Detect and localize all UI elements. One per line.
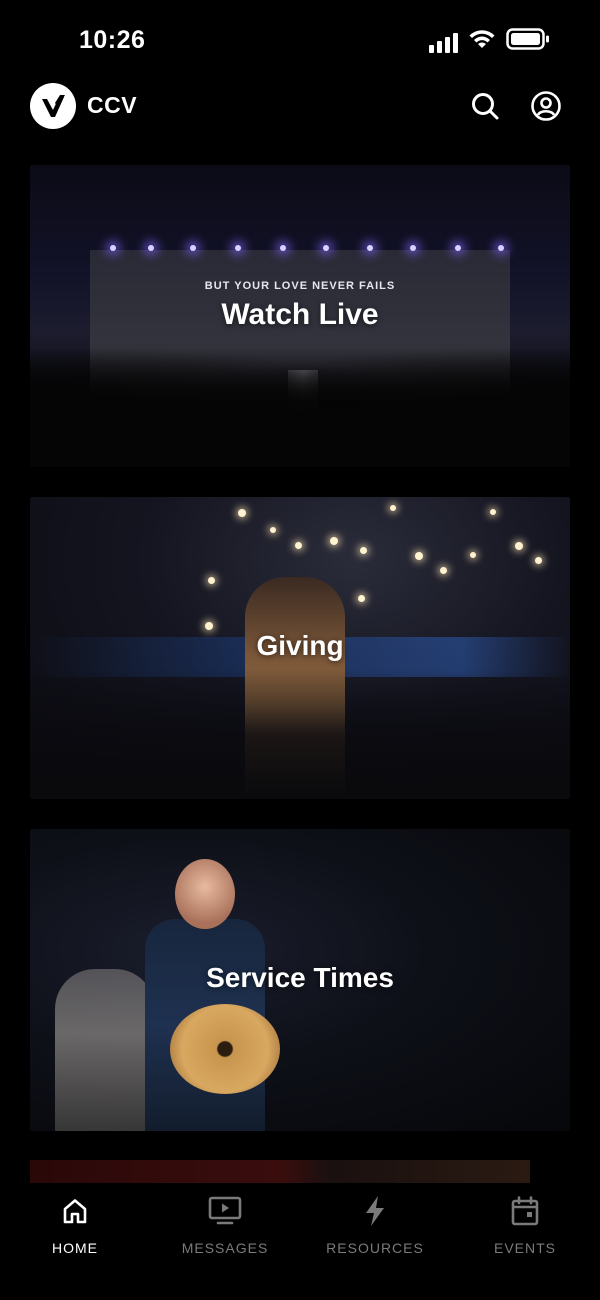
feature-cards: BUT YOUR LOVE NEVER FAILS Watch Live Giv… [30, 165, 570, 1161]
guitar-image [170, 1004, 280, 1094]
service-times-card[interactable]: Service Times [30, 829, 570, 1131]
app-header: CCV [0, 80, 600, 134]
watch-live-title: Watch Live [221, 298, 379, 331]
tab-label: RESOURCES [326, 1240, 424, 1256]
home-icon [61, 1195, 89, 1227]
tab-home[interactable]: HOME [0, 1183, 150, 1273]
crowd-image [30, 347, 570, 467]
profile-icon [531, 91, 561, 121]
status-bar: 10:26 [0, 0, 600, 80]
ccv-logo-icon[interactable] [30, 83, 76, 129]
tab-events[interactable]: EVENTS [450, 1183, 600, 1273]
tab-label: EVENTS [493, 1240, 556, 1256]
giving-title: Giving [256, 630, 344, 661]
search-icon [472, 93, 499, 120]
tv-icon [208, 1195, 242, 1227]
tab-messages[interactable]: MESSAGES [150, 1183, 300, 1273]
brand-name: CCV [87, 92, 138, 118]
profile-button[interactable] [529, 89, 563, 123]
cellular-signal-icon [429, 31, 458, 53]
calendar-icon [511, 1195, 539, 1227]
search-button[interactable] [468, 89, 502, 123]
tab-label: HOME [52, 1240, 98, 1256]
tab-bar: HOME MESSAGES RESOURCES EVENTS [0, 1183, 600, 1300]
tab-resources[interactable]: RESOURCES [300, 1183, 450, 1273]
stage-screen-text: BUT YOUR LOVE NEVER FAILS [204, 280, 396, 292]
status-time: 10:26 [79, 26, 146, 54]
bolt-icon [363, 1195, 387, 1227]
watch-live-card[interactable]: BUT YOUR LOVE NEVER FAILS Watch Live [30, 165, 570, 467]
crowd-image [30, 669, 570, 799]
giving-card[interactable]: Giving [30, 497, 570, 799]
status-icons [429, 28, 550, 55]
battery-icon [506, 28, 550, 55]
tab-label: MESSAGES [181, 1240, 269, 1256]
wifi-icon [468, 28, 496, 55]
service-times-title: Service Times [206, 962, 394, 993]
